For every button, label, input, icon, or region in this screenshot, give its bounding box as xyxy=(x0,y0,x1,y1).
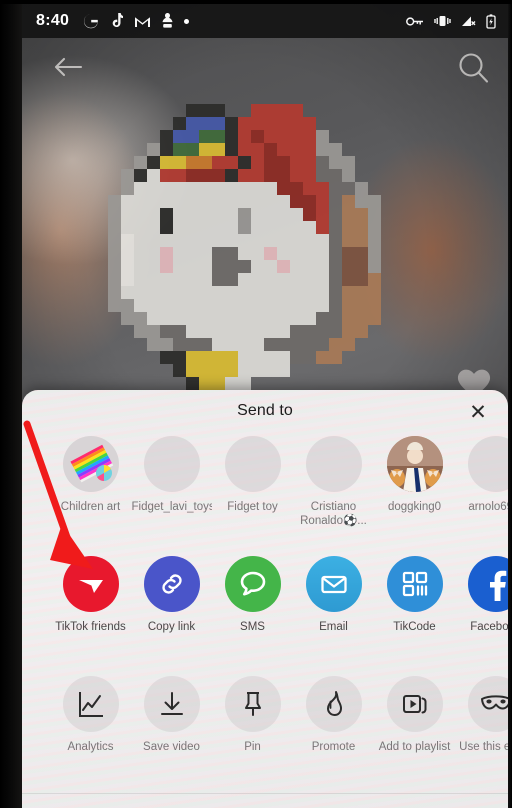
contact-label: arnolo69... xyxy=(468,501,508,513)
contact-label: Fidget toy xyxy=(227,501,278,513)
flame-icon xyxy=(305,676,362,732)
battery-icon xyxy=(486,13,496,29)
qr-code-icon xyxy=(386,556,443,612)
gmail-icon xyxy=(134,15,151,28)
download-icon xyxy=(143,676,200,732)
no-signal-icon xyxy=(461,15,476,27)
status-bar: 8:40 xyxy=(22,4,508,38)
dot-icon xyxy=(184,18,190,24)
close-icon[interactable]: ✕ xyxy=(464,398,492,426)
person-icon xyxy=(162,13,173,29)
action-use-this-effect[interactable]: Use this effect xyxy=(455,676,508,792)
contact-item[interactable]: Fidget toy xyxy=(212,436,293,552)
send-plane-icon xyxy=(62,556,119,612)
share-app-tiktok-friends[interactable]: TikTok friends xyxy=(50,556,131,672)
contact-label: Children art xyxy=(60,501,121,513)
action-label: Save video xyxy=(143,741,200,753)
share-apps-row[interactable]: TikTok friends Copy link SMS Email TikCo… xyxy=(22,556,508,672)
action-save-video[interactable]: Save video xyxy=(131,676,212,792)
share-sheet-header: Send to ✕ xyxy=(22,390,508,434)
vibrate-icon xyxy=(434,15,451,27)
video-top-nav xyxy=(22,38,508,100)
contact-item[interactable]: arnolo69... xyxy=(455,436,508,552)
status-right-icons xyxy=(406,13,496,29)
placeholder-avatar xyxy=(467,436,508,492)
action-add-to-playlist[interactable]: Add to playlist xyxy=(374,676,455,792)
contact-item[interactable]: Cristiano Ronaldo⚽... xyxy=(293,436,374,552)
share-sheet: Send to ✕ Children art Fidget_lavi_toys … xyxy=(22,390,508,808)
action-pin[interactable]: Pin xyxy=(212,676,293,792)
action-promote[interactable]: Promote xyxy=(293,676,374,792)
phone-bezel-top xyxy=(0,0,512,4)
rainbow-art-avatar xyxy=(62,436,119,492)
share-app-label: Copy link xyxy=(147,621,196,633)
pin-icon xyxy=(224,676,281,732)
contact-item[interactable]: Fidget_lavi_toys xyxy=(131,436,212,552)
share-app-facebook[interactable]: Facebook xyxy=(455,556,508,672)
phone-bezel-left xyxy=(0,0,22,808)
phone-bezel-right xyxy=(508,0,512,808)
share-app-copy-link[interactable]: Copy link xyxy=(131,556,212,672)
contact-label: Cristiano Ronaldo⚽... xyxy=(300,501,367,527)
share-app-email[interactable]: Email xyxy=(293,556,374,672)
contact-label: doggking0 xyxy=(387,501,442,513)
placeholder-avatar xyxy=(224,436,281,492)
contacts-row[interactable]: Children art Fidget_lavi_toys Fidget toy… xyxy=(22,436,508,552)
action-label: Use this effect xyxy=(459,741,508,753)
playlist-icon xyxy=(386,676,443,732)
placeholder-avatar xyxy=(143,436,200,492)
share-app-label: SMS xyxy=(240,621,265,633)
share-app-label: TikCode xyxy=(393,621,436,633)
action-label: Analytics xyxy=(67,741,114,753)
back-arrow-icon[interactable] xyxy=(50,52,86,82)
search-icon[interactable] xyxy=(454,48,494,88)
mask-icon xyxy=(467,676,508,732)
vpn-key-icon xyxy=(406,16,424,27)
link-chain-icon xyxy=(143,556,200,612)
share-app-tikcode[interactable]: TikCode xyxy=(374,556,455,672)
phone-screenshot: 8:40 Send to ✕ Children art Fidget_lavi_… xyxy=(0,0,512,808)
share-sheet-title: Send to xyxy=(237,402,293,419)
status-left-icons xyxy=(83,13,190,29)
share-app-label: Email xyxy=(319,621,348,633)
envelope-icon xyxy=(305,556,362,612)
status-time: 8:40 xyxy=(36,12,70,29)
share-app-label: Facebook xyxy=(470,621,508,633)
contact-item[interactable]: doggking0 xyxy=(374,436,455,552)
placeholder-avatar xyxy=(305,436,362,492)
share-app-sms[interactable]: SMS xyxy=(212,556,293,672)
action-label: Add to playlist xyxy=(378,741,451,753)
sheet-bottom-divider xyxy=(22,793,508,794)
google-icon xyxy=(83,13,99,29)
contact-label: Fidget_lavi_toys xyxy=(131,501,212,513)
action-label: Pin xyxy=(244,741,261,753)
tiktok-icon xyxy=(110,13,124,29)
video-actions-row[interactable]: Analytics Save video Pin Promote Add to … xyxy=(22,676,508,792)
action-analytics[interactable]: Analytics xyxy=(50,676,131,792)
contact-item[interactable]: Children art xyxy=(50,436,131,552)
facebook-icon xyxy=(467,556,508,612)
message-bubble-icon xyxy=(224,556,281,612)
chart-line-icon xyxy=(62,676,119,732)
share-app-label: TikTok friends xyxy=(55,621,126,633)
photo-avatar xyxy=(386,436,443,492)
action-label: Promote xyxy=(311,741,356,753)
